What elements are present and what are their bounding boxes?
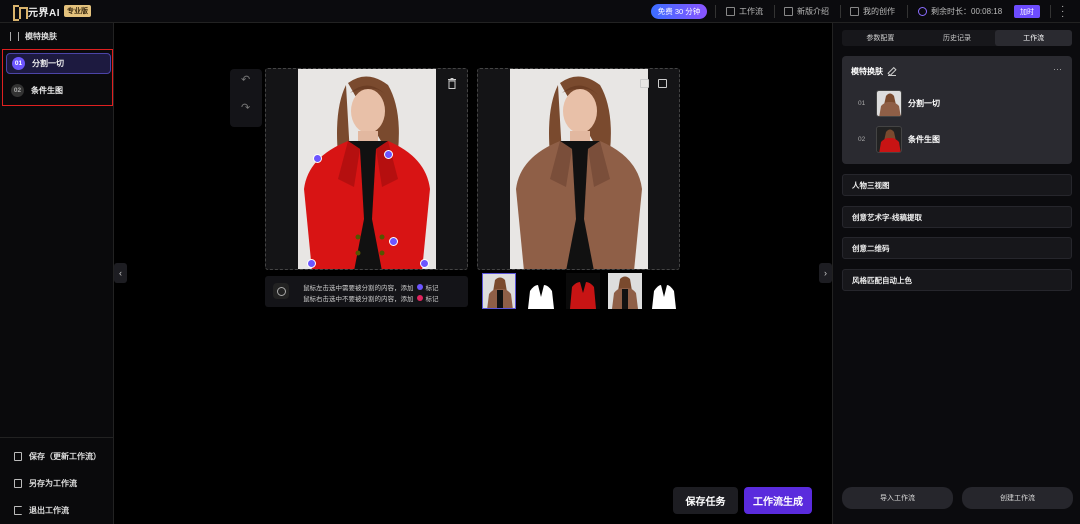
right-panel: 参数配置 历史记录 工作流 模特换肤 ··· 01 分割一切 02 条件生图 人… bbox=[832, 23, 1080, 524]
info-icon bbox=[273, 283, 289, 299]
tab-history[interactable]: 历史记录 bbox=[919, 30, 996, 46]
step-conditional-generation[interactable]: 02 条件生图 bbox=[6, 80, 111, 101]
step-thumbnail bbox=[876, 90, 902, 117]
my-creations-link[interactable]: 我的创作 bbox=[850, 0, 895, 23]
tab-parameters[interactable]: 参数配置 bbox=[842, 30, 919, 46]
logo-text: 元界AI bbox=[28, 7, 60, 19]
trash-icon[interactable] bbox=[447, 78, 457, 89]
thumbnail-brown-coat-alt[interactable] bbox=[608, 273, 642, 309]
thumbnail-brown-coat[interactable] bbox=[482, 273, 516, 309]
new-badge-icon bbox=[784, 7, 793, 16]
remaining-time: 剩余时长： 00:08:18 bbox=[918, 0, 1002, 23]
new-intro-link[interactable]: 新版介绍 bbox=[784, 0, 829, 23]
workflow-link[interactable]: 工作流 bbox=[726, 0, 763, 23]
positive-marker[interactable] bbox=[420, 259, 429, 268]
workflow-card-title: 模特换肤 bbox=[851, 66, 896, 77]
hint-left-click: 鼠标左击选中需要被分割的内容，添加 标记 bbox=[303, 284, 439, 292]
edit-icon[interactable] bbox=[888, 68, 896, 76]
sidebar-actions bbox=[0, 437, 114, 438]
model-photo-red-coat bbox=[298, 69, 436, 269]
more-options-icon[interactable]: ··· bbox=[1053, 64, 1062, 74]
workflow-icon bbox=[726, 7, 735, 16]
hourglass-icon bbox=[918, 7, 927, 16]
workflow-generate-button[interactable]: 工作流生成 bbox=[744, 487, 812, 514]
logo[interactable]: 元界AI 专业版 bbox=[12, 4, 91, 21]
result-image-canvas[interactable] bbox=[477, 68, 680, 270]
collapse-right-chevron-icon[interactable]: › bbox=[819, 263, 832, 283]
steps-highlight-box: 01 分割一切 02 条件生图 bbox=[2, 49, 113, 106]
logo-icon bbox=[12, 4, 28, 21]
collapse-left-chevron-icon[interactable]: ‹ bbox=[114, 263, 127, 283]
model-photo-brown-coat bbox=[510, 69, 648, 269]
exit-icon bbox=[14, 506, 22, 515]
thumbnail-red-coat[interactable] bbox=[566, 273, 600, 309]
save-task-button[interactable]: 保存任务 bbox=[673, 487, 738, 514]
image-icon bbox=[850, 7, 859, 16]
source-image-canvas[interactable] bbox=[265, 68, 468, 270]
workflow-icon bbox=[10, 32, 19, 41]
exit-workflow-button[interactable]: 退出工作流 bbox=[14, 505, 69, 516]
save-icon bbox=[14, 452, 22, 461]
workflow-item[interactable]: 创意二维码 bbox=[842, 237, 1072, 259]
pro-badge: 专业版 bbox=[64, 5, 91, 17]
more-menu-icon[interactable]: · · · bbox=[1061, 2, 1064, 22]
positive-marker-icon bbox=[416, 284, 423, 290]
workflow-step-segment[interactable]: 01 分割一切 bbox=[858, 90, 940, 117]
save-as-workflow-button[interactable]: 另存为工作流 bbox=[14, 478, 77, 489]
step-thumbnail bbox=[876, 126, 902, 153]
thumbnail-mask[interactable] bbox=[524, 273, 558, 309]
positive-marker[interactable] bbox=[384, 150, 393, 159]
top-bar: 元界AI 专业版 免费 30 分钟 工作流 新版介绍 我的创作 剩余时长： 00… bbox=[0, 0, 1080, 23]
tab-workflow[interactable]: 工作流 bbox=[995, 30, 1073, 46]
export-icon[interactable] bbox=[658, 79, 667, 88]
divider bbox=[840, 5, 841, 18]
redo-icon[interactable]: ↷ bbox=[241, 101, 250, 114]
import-workflow-button[interactable]: 导入工作流 bbox=[842, 487, 953, 509]
save-as-icon bbox=[14, 479, 22, 488]
negative-marker-icon bbox=[416, 295, 423, 301]
compare-icon[interactable] bbox=[640, 79, 649, 88]
hint-right-click: 鼠标右击选中不要被分割的内容，添加 标记 bbox=[303, 295, 439, 303]
positive-marker[interactable] bbox=[313, 154, 322, 163]
divider bbox=[907, 5, 908, 18]
step-segment-all[interactable]: 01 分割一切 bbox=[6, 53, 111, 74]
panel-tabs: 参数配置 历史记录 工作流 bbox=[842, 30, 1073, 46]
free-minutes-pill[interactable]: 免费 30 分钟 bbox=[651, 4, 707, 19]
save-update-workflow-button[interactable]: 保存（更新工作流） bbox=[14, 451, 101, 462]
workflow-item[interactable]: 人物三视图 bbox=[842, 174, 1072, 196]
divider bbox=[715, 5, 716, 18]
divider bbox=[774, 5, 775, 18]
current-workflow-card[interactable]: 模特换肤 ··· 01 分割一切 02 条件生图 bbox=[842, 56, 1072, 164]
workflow-item[interactable]: 风格匹配自动上色 bbox=[842, 269, 1072, 291]
undo-icon[interactable]: ↶ bbox=[241, 73, 250, 86]
workflow-title: 模特换肤 bbox=[10, 31, 57, 42]
workflow-step-generation[interactable]: 02 条件生图 bbox=[858, 126, 940, 153]
divider bbox=[1050, 5, 1051, 18]
thumbnail-mask-alt[interactable] bbox=[650, 273, 678, 309]
recharge-button[interactable]: 加时 bbox=[1014, 5, 1040, 18]
positive-marker[interactable] bbox=[389, 237, 398, 246]
history-controls: ↶ ↷ bbox=[230, 69, 262, 127]
positive-marker[interactable] bbox=[307, 259, 316, 268]
left-sidebar: 模特换肤 01 分割一切 02 条件生图 保存（更新工作流） 另存为工作流 退出… bbox=[0, 23, 114, 524]
create-workflow-button[interactable]: 创建工作流 bbox=[962, 487, 1073, 509]
usage-hint: 鼠标左击选中需要被分割的内容，添加 标记 鼠标右击选中不要被分割的内容，添加 标… bbox=[265, 276, 468, 307]
workflow-item[interactable]: 创意艺术字-线稿提取 bbox=[842, 206, 1072, 228]
